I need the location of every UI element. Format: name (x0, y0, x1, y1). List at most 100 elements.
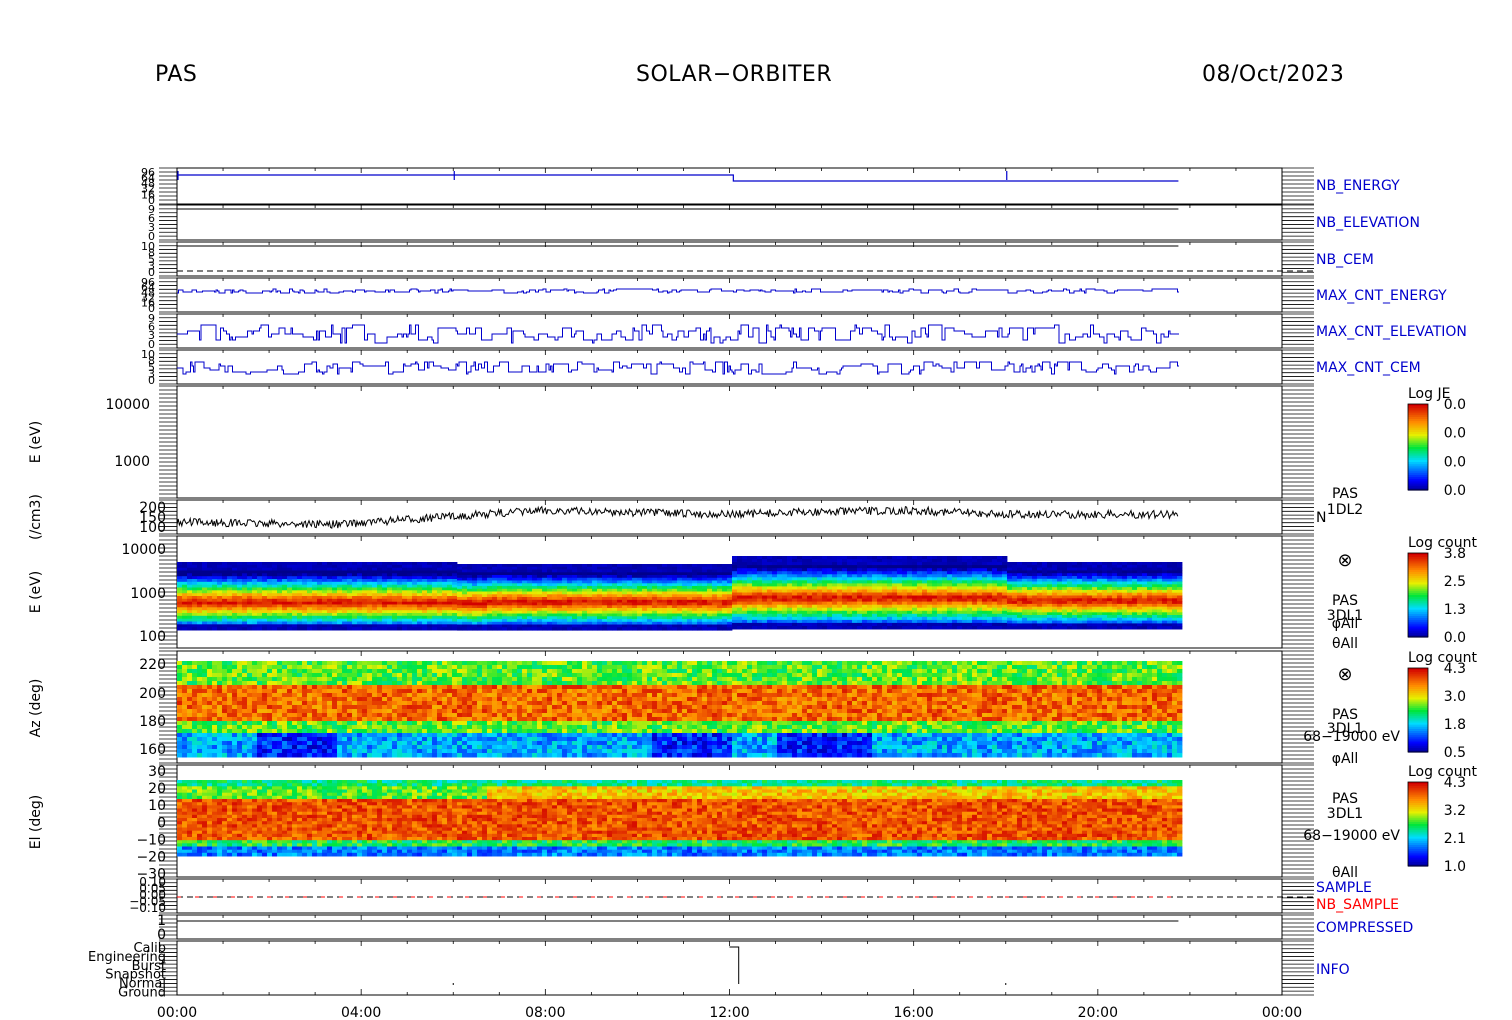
heatmap-cell (422, 598, 428, 603)
heatmap-cell (237, 615, 243, 620)
heatmap-cell (387, 573, 393, 577)
heatmap-cell (322, 607, 328, 611)
heatmap-cell (362, 564, 368, 569)
heatmap-cell (922, 556, 928, 560)
heatmap-cell (962, 604, 968, 609)
heatmap-cell (462, 627, 468, 631)
heatmap-cell (1012, 626, 1018, 630)
heatmap-cell (257, 615, 263, 620)
heatmap-cell (857, 577, 863, 581)
heatmap-cell (907, 622, 913, 627)
heatmap-cell (452, 624, 458, 628)
heatmap-cell (277, 590, 283, 594)
heatmap-cell (857, 616, 863, 621)
heatmap-cell (202, 573, 208, 577)
heatmap-cell (772, 626, 778, 630)
heatmap-cell (767, 577, 773, 581)
heatmap-cell (767, 592, 773, 596)
heatmap-cell (732, 619, 738, 624)
heatmap-cell (752, 595, 758, 599)
heatmap-cell (402, 581, 408, 586)
heatmap-cell (912, 559, 918, 563)
heatmap-cell (977, 622, 983, 627)
heatmap-cell (427, 573, 433, 577)
heatmap-cell (582, 627, 588, 631)
heatmap-cell (867, 604, 873, 609)
heatmap-cell (752, 613, 758, 618)
heatmap-cell (947, 586, 953, 590)
heatmap-cell (767, 568, 773, 572)
heatmap-cell (992, 568, 998, 572)
heatmap-cell (877, 571, 883, 575)
heatmap-cell (307, 573, 313, 577)
heatmap-cell (312, 564, 318, 569)
heatmap-cell (997, 595, 1003, 599)
heatmap-cell (732, 562, 738, 566)
heatmap-cell (987, 559, 993, 563)
heatmap-cell (907, 580, 913, 584)
heatmap-cell (962, 583, 968, 587)
heatmap-cell (1002, 610, 1008, 615)
heatmap-cell (272, 607, 278, 611)
heatmap-cell (837, 619, 843, 624)
heatmap-cell (197, 598, 203, 603)
heatmap-cell (997, 571, 1003, 575)
heatmap-cell (952, 586, 958, 590)
heatmap-cell (787, 619, 793, 624)
heatmap-cell (667, 627, 673, 631)
heatmap-cell (777, 610, 783, 615)
heatmap-cell (307, 590, 313, 594)
heatmap-cell (882, 619, 888, 624)
heatmap-cell (842, 607, 848, 612)
heatmap-cell (932, 583, 938, 587)
heatmap-cell (737, 607, 743, 612)
heatmap-cell (892, 574, 898, 578)
heatmap-cell (942, 607, 948, 612)
heatmap-cell (787, 622, 793, 627)
heatmap-cell (962, 616, 968, 621)
heatmap-cell (372, 581, 378, 586)
heatmap-cell (737, 577, 743, 581)
heatmap-cell (872, 568, 878, 572)
heatmap-cell (362, 590, 368, 594)
heatmap-cell (867, 619, 873, 624)
heatmap-cell (862, 610, 868, 615)
heatmap-cell (792, 626, 798, 630)
heatmap-cell (732, 577, 738, 581)
heatmap-cell (797, 619, 803, 624)
heatmap-cell (857, 583, 863, 587)
heatmap-cell (932, 607, 938, 612)
heatmap-cell (762, 616, 768, 621)
heatmap-cell (852, 556, 858, 560)
heatmap-cell (262, 615, 268, 620)
heatmap-cell (767, 571, 773, 575)
heatmap-cell (842, 556, 848, 560)
heatmap-cell (207, 607, 213, 611)
heatmap-cell (937, 616, 943, 621)
heatmap-cell (402, 627, 408, 631)
heatmap-cell (192, 573, 198, 577)
heatmap-cell (302, 564, 308, 569)
heatmap-cell (352, 627, 358, 631)
heatmap-cell (987, 622, 993, 627)
heatmap-cell (737, 622, 743, 627)
heatmap-cell (257, 627, 263, 631)
heatmap-cell (732, 622, 738, 627)
heatmap-cell (767, 556, 773, 560)
heatmap-cell (747, 622, 753, 627)
heatmap-cell (452, 598, 458, 603)
heatmap-cell (857, 601, 863, 606)
heatmap-cell (827, 598, 833, 603)
heatmap-cell (862, 622, 868, 627)
heatmap-cell (207, 564, 213, 569)
heatmap-cell (922, 607, 928, 612)
heatmap-cell (277, 573, 283, 577)
heatmap-cell (937, 626, 943, 630)
heatmap-cell (937, 568, 943, 572)
heatmap-cell (952, 619, 958, 624)
heatmap-cell (517, 627, 523, 631)
heatmap-cell (192, 627, 198, 631)
heatmap-cell (372, 590, 378, 594)
panel-frame-6 (176, 385, 1283, 499)
heatmap-cell (307, 615, 313, 620)
